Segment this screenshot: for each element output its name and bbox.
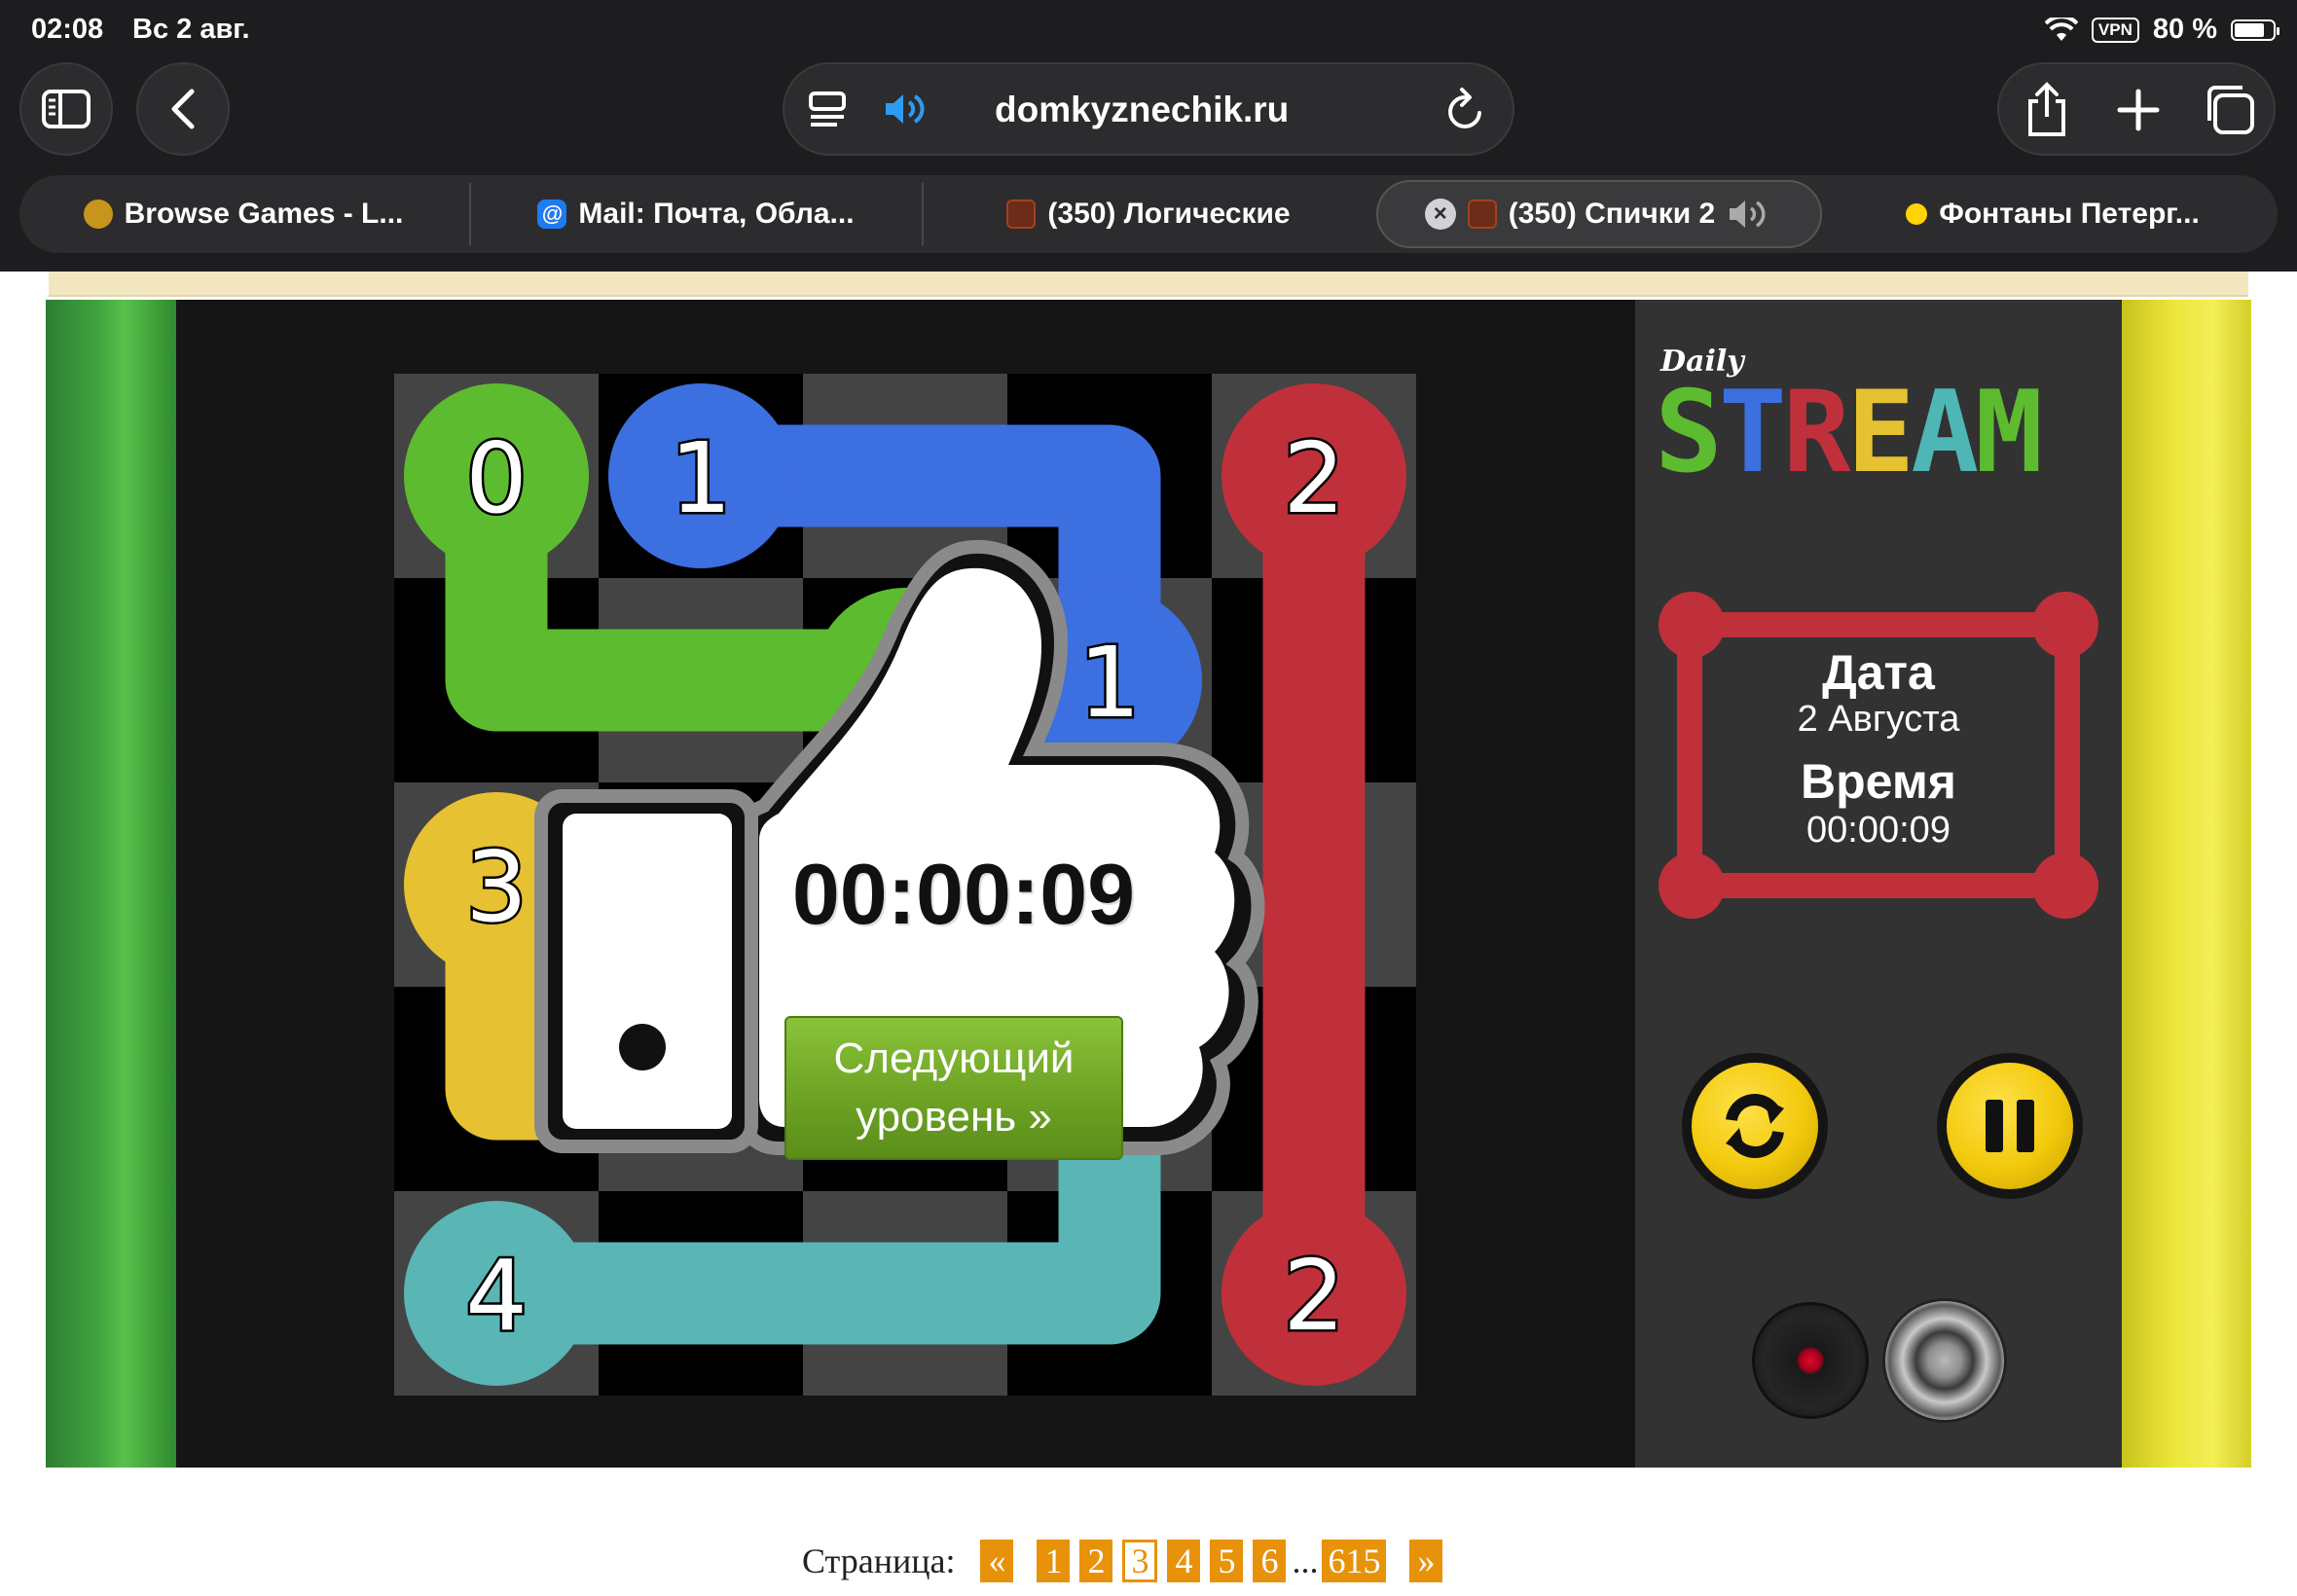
date-label: Дата bbox=[1822, 645, 1935, 700]
logo-letter: M bbox=[1975, 378, 2039, 485]
game-site-icon bbox=[83, 200, 113, 229]
time-value: 00:00:09 bbox=[1806, 810, 1951, 851]
pagination-page[interactable]: 2 bbox=[1079, 1540, 1113, 1582]
tab-label: (350) Логические bbox=[1047, 198, 1291, 230]
address-bar[interactable]: domkyznechik.ru bbox=[783, 62, 1514, 156]
status-time: 02:08 bbox=[31, 14, 104, 45]
game-board[interactable]: 0 1 2 1 3 4 2 bbox=[394, 374, 1416, 1396]
logo-letter: R bbox=[1783, 378, 1851, 485]
pagination-page[interactable]: 5 bbox=[1210, 1540, 1244, 1582]
stream-logo: STREAM bbox=[1655, 378, 2043, 485]
pagination-prev[interactable]: « bbox=[980, 1540, 1014, 1582]
speaker-active-icon[interactable] bbox=[882, 90, 930, 128]
pagination-ellipsis: ... bbox=[1292, 1542, 1319, 1580]
pagination: Страница: « 1 2 3 4 5 6 ... 615 » bbox=[802, 1540, 1452, 1582]
reader-icon[interactable] bbox=[808, 90, 847, 128]
endpoint-number: 0 bbox=[465, 421, 528, 535]
restart-icon bbox=[1726, 1093, 1784, 1159]
endpoint-number: 2 bbox=[1283, 421, 1345, 535]
logo-letter: A bbox=[1911, 378, 1977, 485]
restart-button[interactable] bbox=[1682, 1053, 1828, 1199]
sound-speaker-button[interactable] bbox=[1882, 1298, 2007, 1423]
pagination-label: Страница: bbox=[802, 1542, 956, 1580]
logo-daily-text: Daily bbox=[1660, 345, 1744, 379]
sidebar-toggle-button[interactable] bbox=[19, 62, 113, 156]
game-right-border bbox=[2122, 300, 2251, 1468]
logo-letter: T bbox=[1719, 378, 1783, 485]
record-button[interactable] bbox=[1752, 1302, 1869, 1419]
battery-icon bbox=[2231, 18, 2279, 41]
chevron-left-icon bbox=[171, 89, 195, 129]
tab-mail[interactable]: @ Mail: Почта, Обла... bbox=[482, 175, 910, 253]
location-icon bbox=[1906, 203, 1928, 225]
game-left-border bbox=[46, 300, 176, 1468]
pause-button[interactable] bbox=[1937, 1053, 2083, 1199]
speaker-icon[interactable] bbox=[1727, 198, 1773, 231]
next-level-label-2: уровень » bbox=[856, 1093, 1052, 1141]
pagination-page-current: 3 bbox=[1122, 1540, 1158, 1582]
close-tab-icon[interactable]: × bbox=[1424, 199, 1456, 230]
next-level-button[interactable]: Следующий уровень » bbox=[784, 1016, 1123, 1160]
endpoint-number: 1 bbox=[1078, 626, 1141, 740]
toolbar-right-group bbox=[1997, 62, 2276, 156]
logo-letter: S bbox=[1655, 378, 1719, 485]
game-thumbnail-icon bbox=[1006, 200, 1037, 229]
tab-logic-games[interactable]: (350) Логические bbox=[934, 175, 1363, 253]
pause-icon bbox=[1986, 1100, 2034, 1152]
plus-icon[interactable] bbox=[2114, 82, 2163, 138]
sidebar-icon bbox=[42, 90, 91, 128]
pagination-page[interactable]: 1 bbox=[1037, 1540, 1071, 1582]
tab-label: Browse Games - L... bbox=[124, 198, 404, 230]
pagination-next[interactable]: » bbox=[1409, 1540, 1443, 1582]
pagination-page[interactable]: 4 bbox=[1167, 1540, 1201, 1582]
share-icon[interactable] bbox=[2023, 82, 2071, 138]
endpoint-number: 3 bbox=[465, 830, 528, 944]
tab-label: Mail: Почта, Обла... bbox=[578, 198, 855, 230]
mail-icon: @ bbox=[537, 200, 567, 229]
game-thumbnail-icon bbox=[1467, 200, 1497, 229]
time-label: Время bbox=[1801, 754, 1956, 809]
tabs-overview-icon[interactable] bbox=[2202, 82, 2256, 138]
tab-separator bbox=[922, 183, 924, 245]
pagination-last[interactable]: 615 bbox=[1322, 1540, 1387, 1582]
wifi-icon bbox=[2044, 17, 2078, 41]
url-text[interactable]: domkyznechik.ru bbox=[995, 90, 1289, 130]
green-endpoint bbox=[813, 588, 998, 773]
tab-matches-2-active[interactable]: × (350) Спички 2 bbox=[1376, 180, 1822, 248]
date-value: 2 Августа bbox=[1797, 699, 1960, 740]
back-button[interactable] bbox=[136, 62, 230, 156]
pagination-page[interactable]: 6 bbox=[1253, 1540, 1287, 1582]
endpoint-number: 4 bbox=[465, 1239, 528, 1353]
vpn-badge: VPN bbox=[2091, 17, 2139, 43]
battery-percent: 80 % bbox=[2152, 14, 2217, 45]
tab-browse-games[interactable]: Browse Games - L... bbox=[29, 175, 457, 253]
reload-icon[interactable] bbox=[1444, 86, 1487, 132]
status-indicators: VPN 80 % bbox=[2044, 14, 2279, 46]
tab-separator bbox=[469, 183, 471, 245]
next-level-label-1: Следующий bbox=[833, 1034, 1075, 1082]
tab-label: Фонтаны Петерг... bbox=[1939, 198, 2200, 230]
status-date: Вс 2 авг. bbox=[132, 14, 250, 45]
page-header-strip bbox=[49, 272, 2248, 297]
tab-bar: Browse Games - L... @ Mail: Почта, Обла.… bbox=[19, 175, 2278, 253]
endpoint-number: 1 bbox=[670, 421, 732, 535]
tab-label: (350) Спички 2 bbox=[1508, 198, 1716, 230]
info-box: Дата 2 Августа Время 00:00:09 bbox=[1655, 590, 2102, 921]
browser-chrome: 02:08 Вс 2 авг. VPN 80 % domkyznechik.ru… bbox=[0, 0, 2297, 272]
endpoint-number: 2 bbox=[1283, 1239, 1345, 1353]
tab-fountains[interactable]: Фонтаны Петерг... bbox=[1836, 175, 2270, 253]
logo-stream-text: STREAM bbox=[1655, 378, 2039, 485]
logo-letter: E bbox=[1847, 378, 1912, 485]
